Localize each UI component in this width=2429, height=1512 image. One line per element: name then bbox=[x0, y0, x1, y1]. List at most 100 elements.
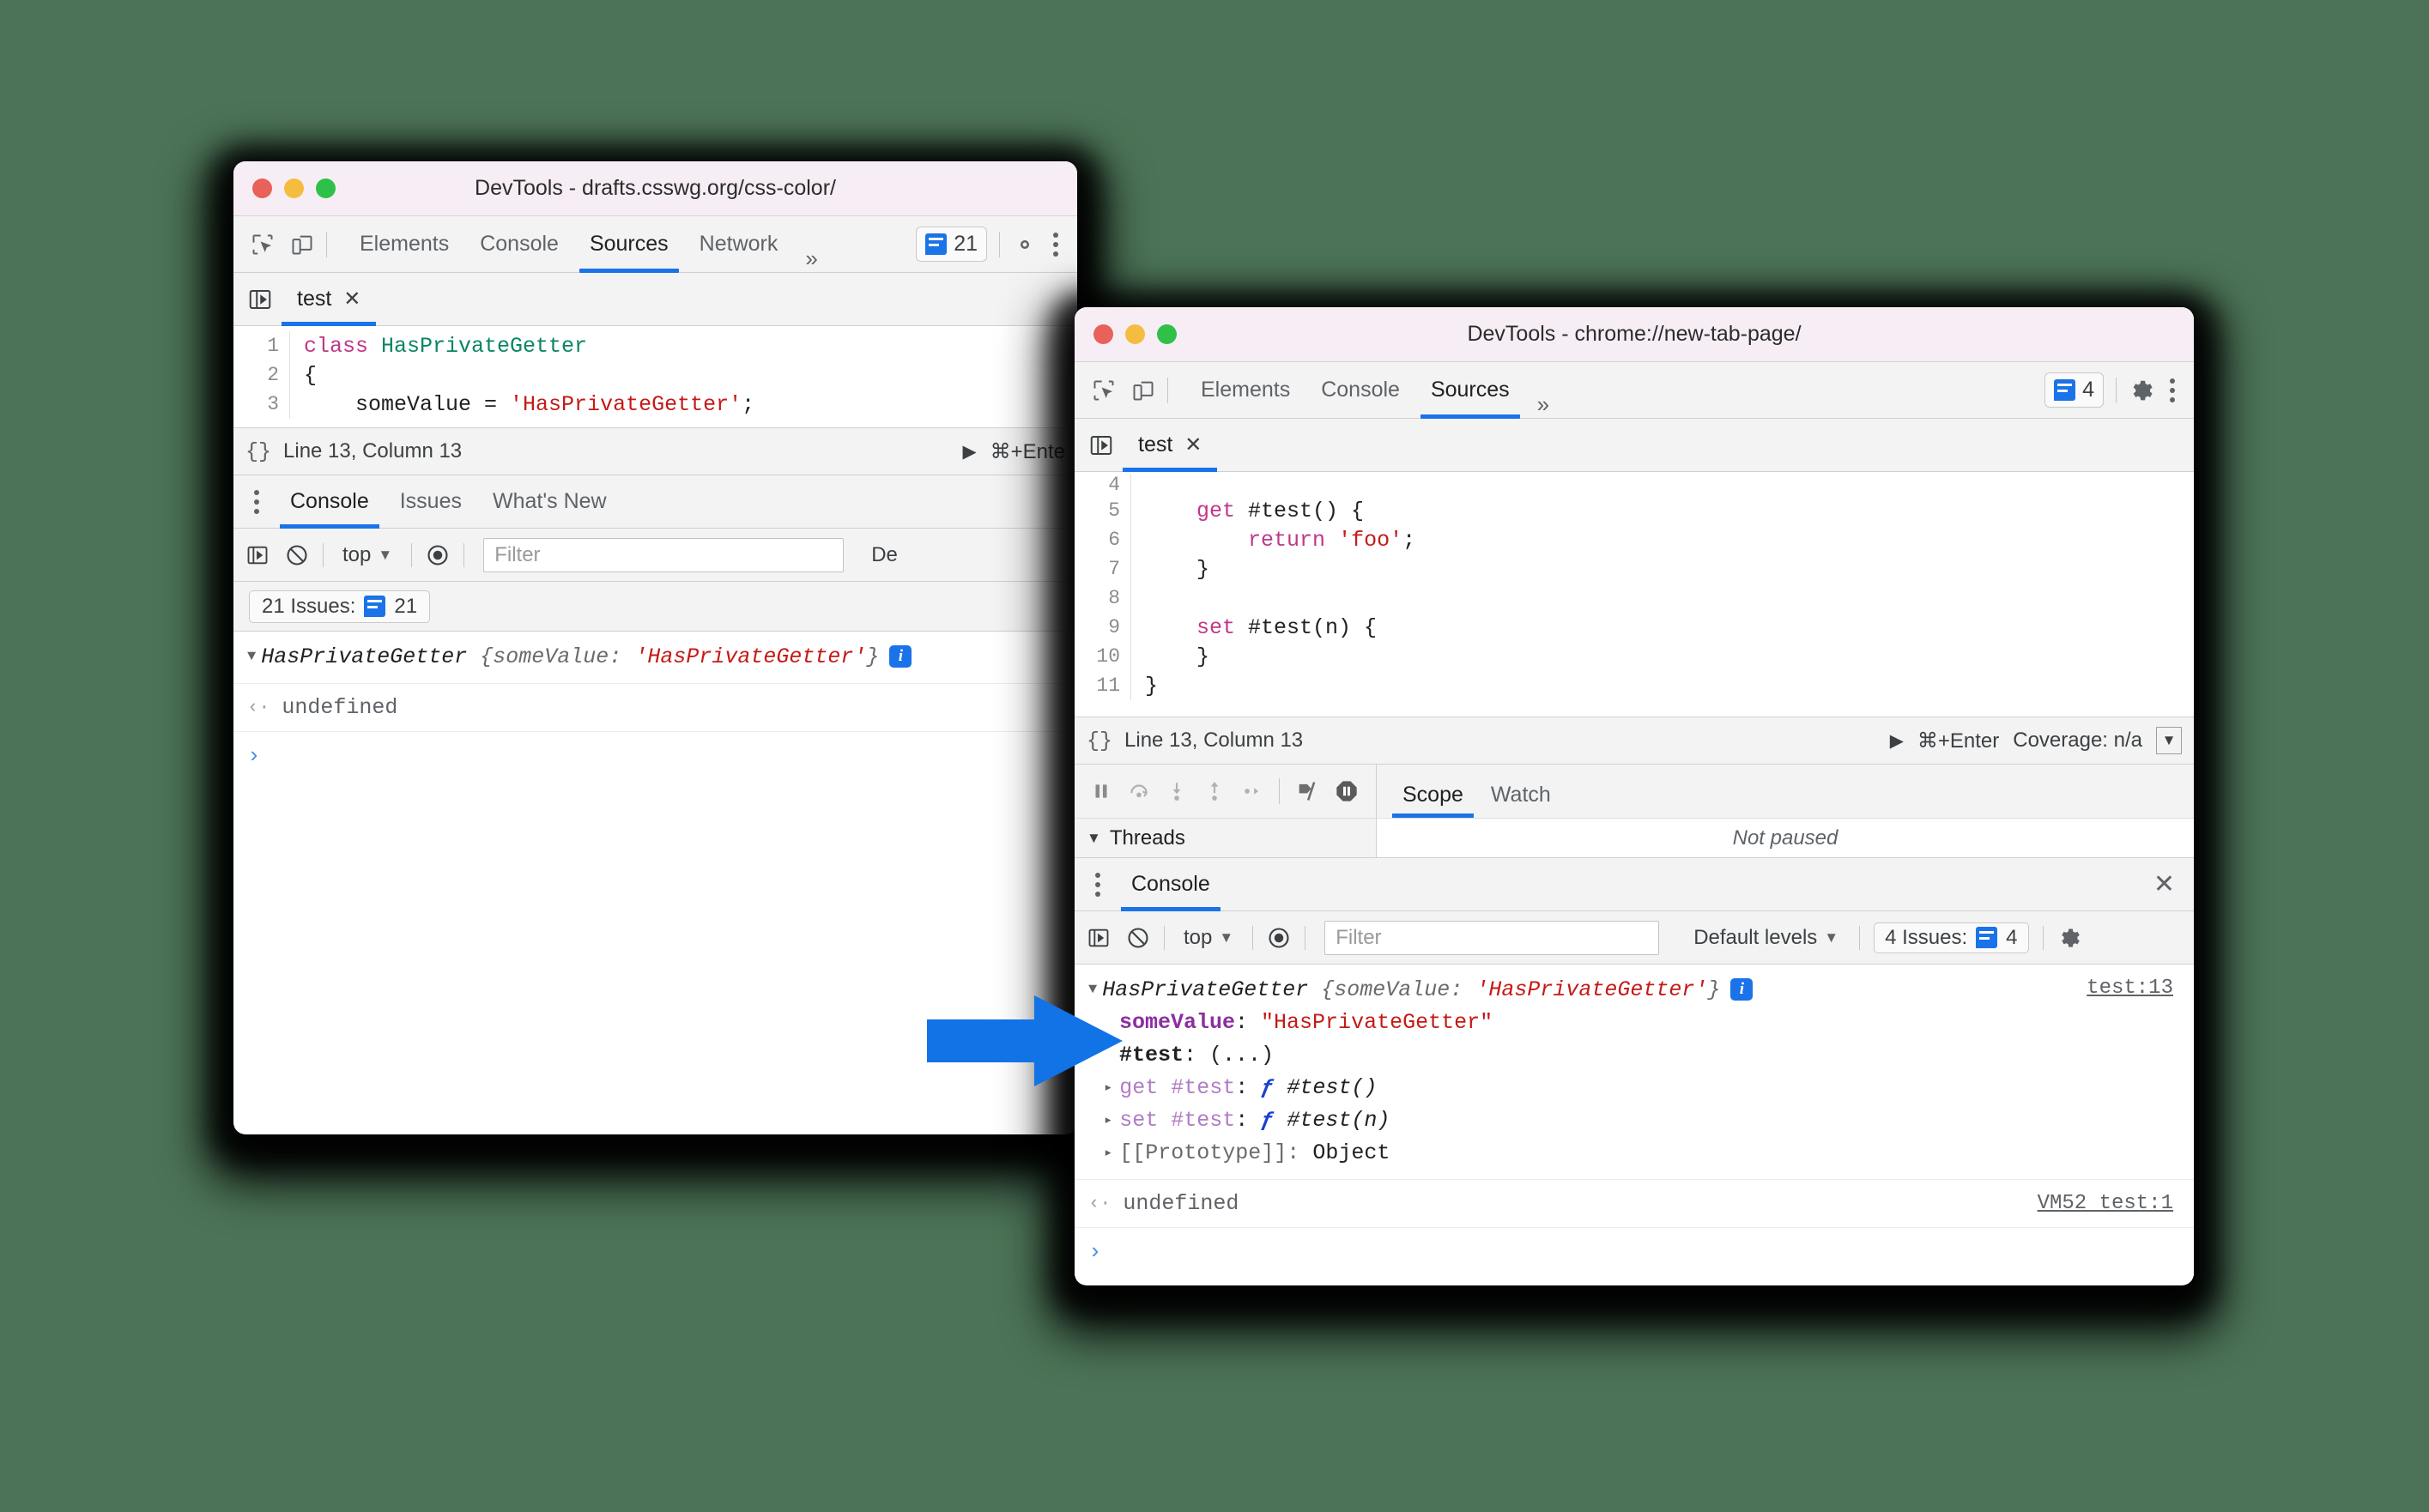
back-console-output[interactable]: ▼ HasPrivateGetter { someValue : 'HasPri… bbox=[233, 632, 1077, 780]
drawer-tab-whatsnew[interactable]: What's New bbox=[477, 475, 622, 528]
disclosure-triangle-icon[interactable]: ▸ bbox=[1104, 1079, 1112, 1097]
source-link[interactable]: test:13 bbox=[2087, 977, 2173, 1000]
tab-console[interactable]: Console bbox=[464, 216, 574, 272]
close-icon[interactable]: ✕ bbox=[2153, 869, 2194, 899]
object-property-row[interactable]: ▸ get #test : ƒ #test() bbox=[1088, 1071, 2180, 1104]
tab-watch[interactable]: Watch bbox=[1477, 783, 1565, 818]
console-context-selector[interactable]: top ▼ bbox=[337, 543, 397, 567]
tab-elements[interactable]: Elements bbox=[1185, 362, 1305, 418]
info-icon[interactable]: i bbox=[1730, 978, 1754, 1001]
deactivate-breakpoints-icon[interactable] bbox=[1295, 779, 1319, 803]
minimize-button[interactable] bbox=[284, 178, 304, 198]
log-levels-partial[interactable]: De bbox=[871, 543, 898, 567]
tab-console[interactable]: Console bbox=[1305, 362, 1415, 418]
object-property-row[interactable]: ▸ [[Prototype]] : Object bbox=[1088, 1136, 2180, 1169]
close-icon[interactable]: ✕ bbox=[1184, 432, 1202, 457]
gear-icon[interactable] bbox=[2057, 926, 2081, 950]
tab-sources[interactable]: Sources bbox=[574, 216, 684, 273]
back-status-bar[interactable]: {} Line 13, Column 13 ▶ ⌘+Ente bbox=[233, 427, 1077, 475]
front-devtools-toolbar[interactable]: Elements Console Sources » 4 bbox=[1075, 362, 2194, 419]
tab-scope[interactable]: Scope bbox=[1389, 783, 1477, 818]
front-sources-tabstrip[interactable]: test ✕ bbox=[1075, 419, 2194, 472]
close-button[interactable] bbox=[252, 178, 272, 198]
console-object-row[interactable]: ▼ HasPrivateGetter { someValue : 'HasPri… bbox=[233, 632, 1077, 684]
console-prompt-row[interactable]: › bbox=[1075, 1228, 2194, 1276]
drawer-tab-issues[interactable]: Issues bbox=[385, 475, 477, 528]
clear-console-icon[interactable] bbox=[1126, 926, 1150, 950]
clear-console-icon[interactable] bbox=[285, 543, 309, 567]
collapse-pane-icon[interactable]: ▼ bbox=[2156, 727, 2182, 754]
back-main-tabs[interactable]: Elements Console Sources Network » bbox=[344, 216, 830, 273]
front-issues-pill[interactable]: 4 bbox=[2044, 372, 2104, 408]
front-main-tabs[interactable]: Elements Console Sources » bbox=[1185, 362, 1561, 419]
front-code-editor[interactable]: 4 5 get #test() { 6 return 'foo'; 7 } 8 bbox=[1075, 472, 2194, 717]
file-tab-test[interactable]: test ✕ bbox=[282, 273, 377, 326]
back-status-right[interactable]: ▶ ⌘+Ente bbox=[962, 439, 1065, 464]
front-status-right[interactable]: ▶ ⌘+Enter Coverage: n/a ▼ bbox=[1890, 727, 2182, 754]
close-icon[interactable]: ✕ bbox=[343, 287, 360, 311]
front-traffic-lights[interactable] bbox=[1075, 324, 1177, 344]
pretty-print-icon[interactable]: {} bbox=[245, 439, 271, 464]
property-value[interactable]: (...) bbox=[1209, 1043, 1274, 1067]
disclosure-triangle-icon[interactable]: ▼ bbox=[1087, 830, 1101, 847]
kebab-menu-icon[interactable] bbox=[245, 489, 275, 514]
drawer-tab-console[interactable]: Console bbox=[1116, 858, 1226, 911]
disclosure-triangle-icon[interactable]: ▼ bbox=[247, 649, 256, 665]
back-titlebar[interactable]: DevTools - drafts.csswg.org/css-color/ bbox=[233, 161, 1077, 216]
maximize-button[interactable] bbox=[316, 178, 336, 198]
console-context-selector[interactable]: top ▼ bbox=[1178, 926, 1239, 950]
pretty-print-icon[interactable]: {} bbox=[1087, 729, 1112, 753]
maximize-button[interactable] bbox=[1157, 324, 1177, 344]
file-tab-test[interactable]: test ✕ bbox=[1123, 419, 1218, 472]
front-console-toolbar[interactable]: top ▼ Filter Default levels ▼ 4 Issues: bbox=[1075, 911, 2194, 965]
disclosure-triangle-icon[interactable]: ▸ bbox=[1104, 1111, 1112, 1129]
threads-section-header[interactable]: ▼ Threads bbox=[1075, 818, 1376, 857]
back-console-toolbar[interactable]: top ▼ Filter De bbox=[233, 529, 1077, 582]
scope-watch-tabs[interactable]: Scope Watch bbox=[1377, 765, 2194, 818]
step-icon[interactable] bbox=[1241, 780, 1263, 802]
live-expression-icon[interactable] bbox=[1267, 926, 1291, 950]
pause-on-exceptions-icon[interactable] bbox=[1335, 779, 1359, 803]
scope-watch-pane[interactable]: Scope Watch Not paused bbox=[1377, 765, 2194, 857]
object-preview-line[interactable]: ▼ HasPrivateGetter { someValue : 'HasPri… bbox=[247, 640, 1063, 673]
debugger-controls-pane[interactable]: ▼ Threads bbox=[1075, 765, 1377, 857]
back-traffic-lights[interactable] bbox=[233, 178, 336, 198]
source-link[interactable]: VM52 test:1 bbox=[2038, 1192, 2173, 1215]
tab-network[interactable]: Network bbox=[684, 216, 794, 272]
tab-elements[interactable]: Elements bbox=[344, 216, 464, 272]
chevron-double-right-icon[interactable]: » bbox=[1525, 391, 1561, 418]
gear-icon[interactable] bbox=[1012, 232, 1038, 257]
show-console-sidebar-icon[interactable] bbox=[1087, 926, 1111, 950]
front-status-bar[interactable]: {} Line 13, Column 13 ▶ ⌘+Enter Coverage… bbox=[1075, 717, 2194, 765]
back-issues-bar[interactable]: 21 Issues: 21 bbox=[233, 582, 1077, 632]
minimize-button[interactable] bbox=[1125, 324, 1145, 344]
devtools-window-front[interactable]: DevTools - chrome://new-tab-page/ Elemen… bbox=[1075, 307, 2194, 1285]
gear-icon[interactable] bbox=[2129, 378, 2154, 403]
drawer-tab-console[interactable]: Console bbox=[275, 475, 385, 529]
console-object-row[interactable]: ▼ HasPrivateGetter { someValue : 'HasPri… bbox=[1075, 965, 2194, 1180]
step-over-icon[interactable] bbox=[1128, 780, 1150, 802]
back-devtools-toolbar[interactable]: Elements Console Sources Network » 21 bbox=[233, 216, 1077, 273]
step-out-icon[interactable] bbox=[1203, 780, 1226, 802]
info-icon[interactable]: i bbox=[889, 645, 912, 668]
devtools-window-back[interactable]: DevTools - drafts.csswg.org/css-color/ E… bbox=[233, 161, 1077, 1134]
front-drawer-tabs[interactable]: Console ✕ bbox=[1075, 858, 2194, 911]
front-console-output[interactable]: ▼ HasPrivateGetter { someValue : 'HasPri… bbox=[1075, 965, 2194, 1276]
object-property-row[interactable]: #test : (...) bbox=[1088, 1038, 2180, 1071]
back-code-editor[interactable]: 1 class HasPrivateGetter 2 { 3 someValue… bbox=[233, 326, 1077, 427]
console-filter-input[interactable]: Filter bbox=[1324, 920, 1660, 955]
live-expression-icon[interactable] bbox=[426, 543, 450, 567]
chevron-double-right-icon[interactable]: » bbox=[793, 245, 829, 272]
debugger-buttons[interactable] bbox=[1075, 765, 1376, 818]
back-issues-pill[interactable]: 21 bbox=[916, 227, 987, 262]
device-toolbar-icon[interactable] bbox=[290, 233, 314, 257]
object-property-row[interactable]: someValue : "HasPrivateGetter" bbox=[1088, 1006, 2180, 1038]
show-navigator-icon[interactable] bbox=[247, 287, 273, 312]
kebab-menu-icon[interactable] bbox=[2154, 378, 2180, 402]
issues-chip[interactable]: 4 Issues: 4 bbox=[1874, 922, 2029, 953]
disclosure-triangle-icon[interactable]: ▸ bbox=[1104, 1144, 1112, 1162]
show-console-sidebar-icon[interactable] bbox=[245, 543, 270, 567]
show-navigator-icon[interactable] bbox=[1088, 432, 1114, 458]
step-into-icon[interactable] bbox=[1166, 780, 1188, 802]
issues-chip[interactable]: 21 Issues: 21 bbox=[249, 590, 431, 623]
